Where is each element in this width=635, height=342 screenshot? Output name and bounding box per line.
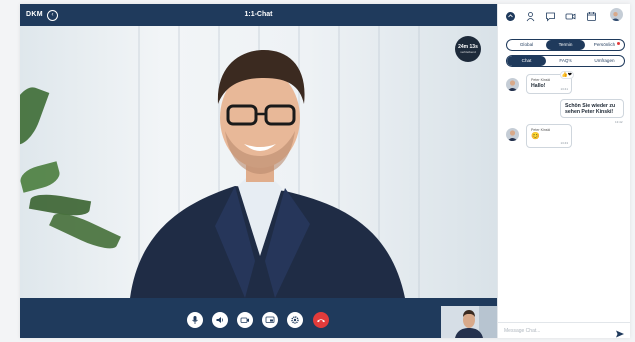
notification-dot [617, 42, 620, 45]
call-controls [20, 298, 497, 338]
chat-panel: Global Termin Persönlich Chat FAQ's Umfr… [497, 4, 630, 338]
screen-share-icon [265, 316, 275, 323]
screen-share-button[interactable] [262, 312, 278, 328]
avatar [506, 128, 519, 141]
microphone-icon [192, 316, 198, 324]
hang-up-button[interactable] [313, 312, 329, 328]
send-icon [616, 330, 624, 338]
chat-mode-tabs: Chat FAQ's Umfragen [506, 55, 625, 67]
speaker-icon [216, 317, 223, 323]
chat-button[interactable] [545, 9, 556, 22]
tab-persoenlich[interactable]: Persönlich [585, 40, 624, 50]
settings-button[interactable] [287, 312, 303, 328]
message-emoji: 😊 [531, 133, 540, 140]
message-sender: Peter Kinski [531, 128, 551, 132]
message-time: 13:42 [615, 120, 623, 124]
top-bar: DKM ‹ 1:1-Chat [20, 4, 497, 26]
avatar [611, 12, 620, 21]
video-pane: DKM ‹ 1:1-Chat 24m 13s verbleibend [20, 4, 497, 338]
chat-message: Peter Kinski 😊 13:43 [526, 124, 572, 148]
chat-message: Peter Kinski Hallo! 13:41 👍❤ [526, 71, 574, 94]
time-remaining-badge: 24m 13s verbleibend [455, 36, 481, 62]
camera-button[interactable] [237, 312, 253, 328]
remote-video: 24m 13s verbleibend [20, 26, 497, 298]
video-button[interactable] [565, 9, 576, 20]
message-text: Schön Sie wieder zu sehen Peter Kinski! [565, 103, 616, 115]
self-view-image [441, 306, 497, 338]
mic-button[interactable] [187, 312, 203, 328]
gear-icon [291, 316, 299, 324]
tab-umfragen[interactable]: Umfragen [585, 56, 624, 66]
person-icon [526, 12, 535, 22]
home-button[interactable] [505, 9, 516, 21]
message-reaction[interactable]: 👍❤ [559, 71, 574, 79]
home-icon [506, 12, 515, 21]
participants-button[interactable] [525, 9, 536, 22]
message-time: 13:41 [560, 87, 568, 91]
calendar-button[interactable] [586, 9, 597, 21]
user-avatar[interactable] [610, 8, 623, 21]
message-composer [498, 322, 630, 338]
tab-label: Persönlich [593, 42, 616, 47]
participant-video [130, 50, 405, 298]
send-button[interactable] [615, 326, 625, 338]
tab-faqs[interactable]: FAQ's [546, 56, 585, 66]
avatar [506, 78, 519, 91]
chat-toolbar [498, 8, 630, 24]
chat-scope-tabs: Global Termin Persönlich [506, 39, 625, 51]
page-title: 1:1-Chat [244, 11, 273, 18]
message-input[interactable] [504, 326, 604, 335]
phone-hangup-icon [317, 319, 325, 323]
chat-message-own: Schön Sie wieder zu sehen Peter Kinski! [560, 99, 624, 118]
video-icon [565, 13, 576, 20]
chat-icon [546, 12, 555, 22]
message-time: 13:43 [560, 141, 568, 145]
calendar-icon [587, 12, 596, 21]
speaker-button[interactable] [212, 312, 228, 328]
tab-global[interactable]: Global [507, 40, 546, 50]
tab-chat[interactable]: Chat [507, 56, 546, 66]
self-view-video[interactable] [441, 306, 497, 338]
camera-icon [240, 317, 249, 323]
tab-termin[interactable]: Termin [546, 40, 585, 50]
app-window: DKM ‹ 1:1-Chat 24m 13s verbleibend Globa… [20, 4, 630, 338]
